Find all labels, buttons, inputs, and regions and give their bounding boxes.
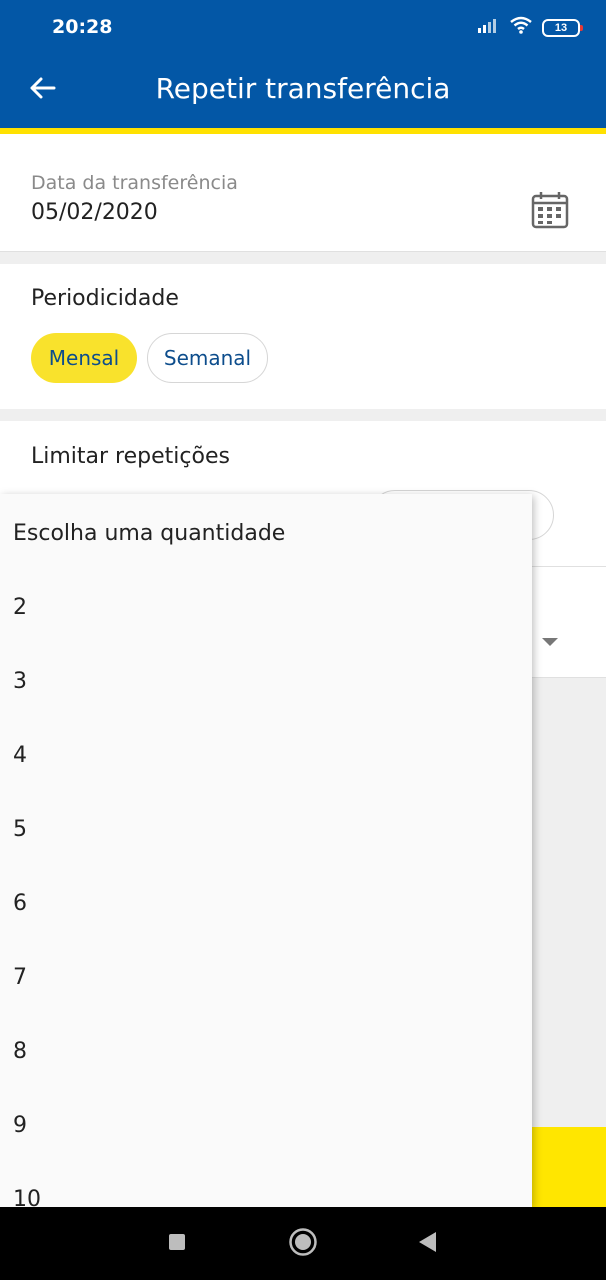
back-nav-button[interactable] [410, 1227, 444, 1261]
section-divider [0, 252, 606, 264]
status-icons: 13 [478, 16, 583, 39]
recents-square-icon [167, 1232, 187, 1257]
section-divider [0, 409, 606, 421]
home-circle-icon [288, 1227, 318, 1262]
home-button[interactable] [286, 1227, 320, 1261]
battery-level: 13 [554, 21, 568, 34]
menu-item-2[interactable]: 2 [0, 570, 532, 644]
date-field-label: Data da transferência [31, 172, 238, 194]
limit-repetitions-title: Limitar repetições [31, 444, 230, 469]
chevron-down-icon [542, 638, 558, 646]
menu-item-4[interactable]: 4 [0, 718, 532, 792]
menu-item-7[interactable]: 7 [0, 940, 532, 1014]
page-title: Repetir transferência [155, 72, 451, 105]
date-field[interactable]: Data da transferência 05/02/2020 [0, 134, 606, 252]
menu-item-9[interactable]: 9 [0, 1088, 532, 1162]
date-field-value: 05/02/2020 [31, 200, 158, 225]
chip-semanal[interactable]: Semanal [147, 333, 268, 383]
battery-icon: 13 [542, 18, 583, 37]
menu-item-8[interactable]: 8 [0, 1014, 532, 1088]
system-nav-bar [0, 1207, 606, 1280]
signal-icon [478, 17, 500, 38]
calendar-icon [530, 192, 570, 234]
calendar-button[interactable] [530, 190, 570, 230]
menu-item-10[interactable]: 10 [0, 1162, 532, 1208]
quantity-dropdown-menu: Escolha uma quantidade 2 3 4 5 6 7 8 9 1… [0, 494, 532, 1207]
periodicity-section: Periodicidade Mensal Semanal [0, 264, 606, 409]
status-time: 20:28 [52, 16, 113, 38]
app-bar: Repetir transferência [0, 52, 606, 128]
status-bar: 20:28 13 [0, 0, 606, 52]
chip-mensal[interactable]: Mensal [31, 333, 137, 383]
recents-button[interactable] [160, 1227, 194, 1261]
menu-header[interactable]: Escolha uma quantidade [0, 496, 532, 570]
menu-item-6[interactable]: 6 [0, 866, 532, 940]
periodicity-title: Periodicidade [31, 286, 179, 311]
menu-item-3[interactable]: 3 [0, 644, 532, 718]
back-triangle-icon [416, 1230, 438, 1259]
menu-item-5[interactable]: 5 [0, 792, 532, 866]
wifi-icon [510, 16, 532, 39]
